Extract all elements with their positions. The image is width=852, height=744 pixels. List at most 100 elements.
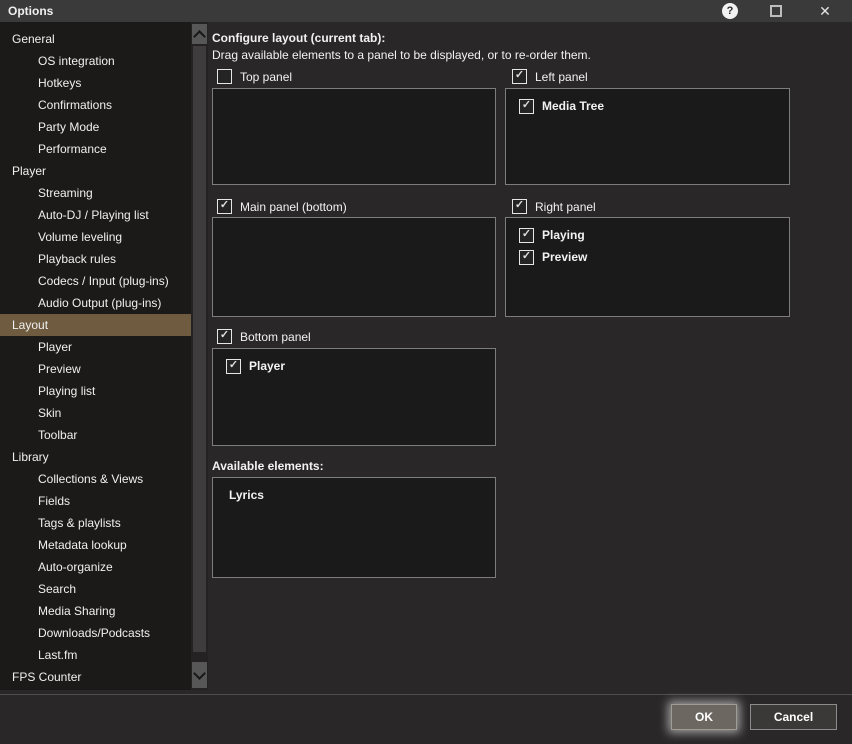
panel-element-player[interactable]: ✓ Player	[213, 355, 495, 377]
element-checkbox[interactable]: ✓	[226, 359, 241, 374]
panel-element-label: Playing	[542, 228, 585, 242]
sidebar-item-fps-counter[interactable]: FPS Counter	[0, 666, 191, 688]
sidebar-item-layout[interactable]: Layout	[0, 314, 191, 336]
sidebar-item-confirmations[interactable]: Confirmations	[0, 94, 191, 116]
sidebar-item-library[interactable]: Library	[0, 446, 191, 468]
sidebar-item-search[interactable]: Search	[0, 578, 191, 600]
sidebar-item-fields[interactable]: Fields	[0, 490, 191, 512]
sidebar-item-toolbar[interactable]: Toolbar	[0, 424, 191, 446]
sidebar-item-label: Player	[38, 340, 72, 354]
scroll-up-button[interactable]	[192, 24, 207, 44]
sidebar-item-label: Performance	[38, 142, 107, 156]
sidebar-item-label: Toolbar	[38, 428, 77, 442]
main-panel-checkbox[interactable]: ✓	[217, 199, 232, 214]
sidebar-item-hotkeys[interactable]: Hotkeys	[0, 72, 191, 94]
sidebar-item-auto-organize[interactable]: Auto-organize	[0, 556, 191, 578]
right-panel-row: ✓ Right panel	[512, 199, 596, 214]
sidebar-item-downloads-podcasts[interactable]: Downloads/Podcasts	[0, 622, 191, 644]
bottom-panel-checkbox[interactable]: ✓	[217, 329, 232, 344]
top-panel-label: Top panel	[240, 70, 292, 84]
panel-element-label: Player	[249, 359, 285, 373]
sidebar-item-skin[interactable]: Skin	[0, 402, 191, 424]
panel-element-label: Media Tree	[542, 99, 604, 113]
sidebar-item-label: Auto-DJ / Playing list	[38, 208, 149, 222]
sidebar-item-label: Codecs / Input (plug-ins)	[38, 274, 169, 288]
left-panel-label: Left panel	[535, 70, 588, 84]
sidebar-item-streaming[interactable]: Streaming	[0, 182, 191, 204]
sidebar-item-label: Metadata lookup	[38, 538, 127, 552]
sidebar-item-label: OS integration	[38, 54, 115, 68]
sidebar-item-preview[interactable]: Preview	[0, 358, 191, 380]
panel-element-media-tree[interactable]: ✓ Media Tree	[506, 95, 789, 117]
sidebar-item-label: Layout	[12, 318, 48, 332]
sidebar-item-volume-leveling[interactable]: Volume leveling	[0, 226, 191, 248]
sidebar-item-label: Tags & playlists	[38, 516, 121, 530]
sidebar-item-label: Fields	[38, 494, 70, 508]
element-checkbox[interactable]: ✓	[519, 99, 534, 114]
sidebar-item-general[interactable]: General	[0, 28, 191, 50]
bottom-panel-dropzone[interactable]: ✓ Player	[212, 348, 496, 446]
sidebar-item-auto-dj-playing-list[interactable]: Auto-DJ / Playing list	[0, 204, 191, 226]
sidebar-item-player[interactable]: Player	[0, 336, 191, 358]
check-icon: ✓	[520, 99, 533, 112]
sidebar-item-metadata-lookup[interactable]: Metadata lookup	[0, 534, 191, 556]
ok-button[interactable]: OK	[671, 704, 737, 730]
sidebar-item-label: Last.fm	[38, 648, 77, 662]
check-icon: ✓	[218, 329, 231, 342]
sidebar-item-media-sharing[interactable]: Media Sharing	[0, 600, 191, 622]
left-panel-dropzone[interactable]: ✓ Media Tree	[505, 88, 790, 185]
sidebar-item-player[interactable]: Player	[0, 160, 191, 182]
top-panel-dropzone[interactable]	[212, 88, 496, 185]
available-elements-box[interactable]: Lyrics	[212, 477, 496, 578]
element-checkbox[interactable]: ✓	[519, 228, 534, 243]
sidebar-item-label: Library	[12, 450, 49, 464]
panel-element-playing[interactable]: ✓ Playing	[506, 224, 789, 246]
left-panel-checkbox[interactable]: ✓	[512, 69, 527, 84]
bottom-panel-label: Bottom panel	[240, 330, 311, 344]
check-icon: ✓	[520, 250, 533, 263]
right-panel-checkbox[interactable]: ✓	[512, 199, 527, 214]
available-element-lyrics[interactable]: Lyrics	[213, 484, 495, 506]
sidebar-item-label: FPS Counter	[12, 670, 81, 684]
check-icon: ✓	[513, 199, 526, 212]
sidebar-item-label: Party Mode	[38, 120, 99, 134]
available-elements-label: Available elements:	[212, 459, 324, 473]
sidebar-scrollbar[interactable]	[191, 22, 208, 690]
sidebar-item-os-integration[interactable]: OS integration	[0, 50, 191, 72]
sidebar-item-last-fm[interactable]: Last.fm	[0, 644, 191, 666]
sidebar-item-audio-output-plug-ins[interactable]: Audio Output (plug-ins)	[0, 292, 191, 314]
sidebar-item-playing-list[interactable]: Playing list	[0, 380, 191, 402]
right-panel-dropzone[interactable]: ✓ Playing ✓ Preview	[505, 217, 790, 317]
main-panel-dropzone[interactable]	[212, 217, 496, 317]
main-panel-label: Main panel (bottom)	[240, 200, 347, 214]
check-icon	[218, 69, 231, 82]
scrollbar-thumb[interactable]	[193, 46, 206, 652]
available-element-label: Lyrics	[229, 488, 264, 502]
sidebar-item-codecs-input-plug-ins[interactable]: Codecs / Input (plug-ins)	[0, 270, 191, 292]
top-panel-row: Top panel	[217, 69, 292, 84]
cancel-button[interactable]: Cancel	[750, 704, 837, 730]
sidebar-item-tags-playlists[interactable]: Tags & playlists	[0, 512, 191, 534]
close-icon[interactable]: ✕	[815, 2, 835, 20]
sidebar-item-collections-views[interactable]: Collections & Views	[0, 468, 191, 490]
main-panel-row: ✓ Main panel (bottom)	[217, 199, 347, 214]
sidebar-item-party-mode[interactable]: Party Mode	[0, 116, 191, 138]
sidebar-item-performance[interactable]: Performance	[0, 138, 191, 160]
sidebar-item-playback-rules[interactable]: Playback rules	[0, 248, 191, 270]
scroll-down-button[interactable]	[192, 662, 207, 688]
check-icon: ✓	[218, 199, 231, 212]
right-panel-label: Right panel	[535, 200, 596, 214]
element-checkbox[interactable]: ✓	[519, 250, 534, 265]
maximize-icon[interactable]	[770, 5, 782, 17]
options-nav-tree: General OS integration Hotkeys Confirmat…	[0, 22, 191, 690]
sidebar-item-label: Search	[38, 582, 76, 596]
top-panel-checkbox[interactable]	[217, 69, 232, 84]
sidebar-item-label: Skin	[38, 406, 61, 420]
sidebar-item-label: Streaming	[38, 186, 93, 200]
sidebar-item-label: Volume leveling	[38, 230, 122, 244]
help-button[interactable]: ?	[722, 3, 738, 19]
panel-element-preview[interactable]: ✓ Preview	[506, 246, 789, 268]
sidebar-item-label: Auto-organize	[38, 560, 113, 574]
title-bar: Options ? ✕	[0, 0, 852, 22]
sidebar-item-label: General	[12, 32, 55, 46]
